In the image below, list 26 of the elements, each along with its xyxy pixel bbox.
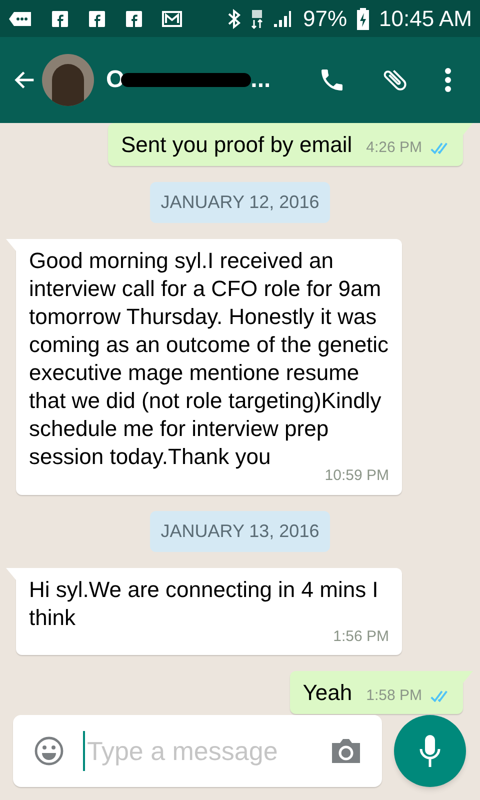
contact-name-ellipsis: ... bbox=[250, 65, 271, 95]
message-input[interactable]: Type a message bbox=[83, 731, 312, 771]
message-text: Sent you proof by email bbox=[120, 131, 352, 159]
camera-icon[interactable] bbox=[330, 737, 362, 765]
network-icon bbox=[251, 8, 263, 28]
message-time: 1:58 PM bbox=[366, 686, 422, 706]
message-text: Yeah bbox=[302, 679, 352, 707]
microphone-icon bbox=[418, 734, 442, 768]
message-time: 4:26 PM bbox=[366, 138, 422, 158]
emoji-icon[interactable] bbox=[33, 735, 65, 767]
bluetooth-icon bbox=[227, 8, 241, 28]
facebook-icon bbox=[88, 10, 106, 28]
more-options-icon[interactable] bbox=[444, 67, 452, 93]
message-input-field[interactable]: Type a message bbox=[13, 715, 382, 787]
clock-time: 10:45 AM bbox=[379, 5, 472, 33]
facebook-icon bbox=[51, 10, 69, 28]
date-label: JANUARY 12, 2016 bbox=[150, 182, 330, 223]
person-silhouette bbox=[52, 64, 84, 106]
battery-percentage: 97% bbox=[303, 5, 348, 33]
avatar[interactable] bbox=[42, 54, 94, 106]
signal-icon bbox=[273, 10, 293, 28]
date-label: JANUARY 13, 2016 bbox=[150, 510, 330, 552]
facebook-icon bbox=[125, 10, 143, 28]
message-icon bbox=[8, 10, 32, 28]
mail-icon bbox=[162, 10, 182, 28]
battery-charging-icon bbox=[357, 8, 370, 30]
